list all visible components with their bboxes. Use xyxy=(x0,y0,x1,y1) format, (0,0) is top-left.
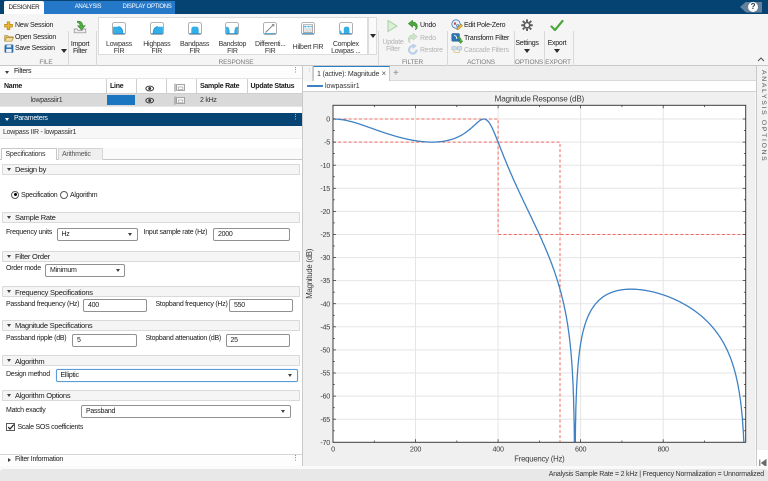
svg-text:-5: -5 xyxy=(324,138,330,147)
svg-text:-20: -20 xyxy=(320,207,330,216)
svg-text:-60: -60 xyxy=(320,392,330,401)
svg-text:-10: -10 xyxy=(320,161,330,170)
svg-text:0: 0 xyxy=(331,444,335,453)
svg-text:-40: -40 xyxy=(320,299,330,308)
svg-text:-50: -50 xyxy=(320,346,330,355)
svg-text:-65: -65 xyxy=(320,415,330,424)
svg-text:-15: -15 xyxy=(320,184,330,193)
svg-text:400: 400 xyxy=(492,444,503,453)
svg-text:200: 200 xyxy=(410,444,421,453)
svg-text:Magnitude (dB): Magnitude (dB) xyxy=(305,248,314,298)
svg-text:Frequency (Hz): Frequency (Hz) xyxy=(514,455,565,464)
svg-text:-70: -70 xyxy=(320,438,330,447)
svg-text:600: 600 xyxy=(575,444,586,453)
svg-text:-25: -25 xyxy=(320,230,330,239)
svg-text:-30: -30 xyxy=(320,253,330,262)
svg-text:800: 800 xyxy=(658,444,669,453)
svg-text:-55: -55 xyxy=(320,369,330,378)
svg-text:Magnitude Response (dB): Magnitude Response (dB) xyxy=(495,95,585,104)
svg-text:-45: -45 xyxy=(320,322,330,331)
svg-text:-35: -35 xyxy=(320,276,330,285)
svg-text:0: 0 xyxy=(326,115,330,124)
